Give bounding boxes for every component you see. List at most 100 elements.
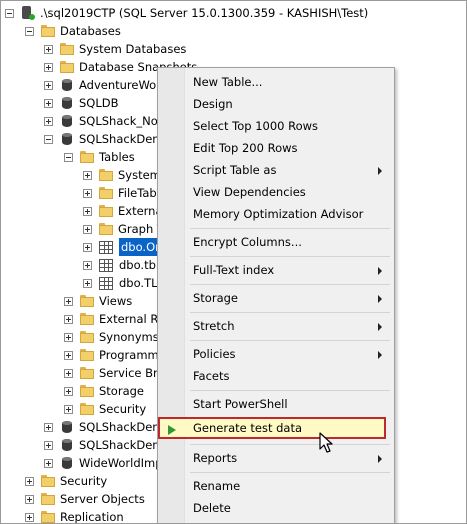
folder-icon (79, 311, 95, 327)
expand-icon[interactable] (83, 278, 92, 288)
submenu-arrow-icon (378, 455, 382, 463)
tree-node-wideworldimporters[interactable]: WideWorldImp (44, 454, 163, 472)
menu-item-label: Delete (193, 501, 231, 515)
menu-item-label: Edit Top 200 Rows (193, 141, 298, 155)
expand-icon[interactable] (83, 224, 92, 234)
tree-node-label: Storage (99, 384, 144, 398)
menu-item-rename[interactable]: Rename (158, 475, 394, 497)
expand-icon[interactable] (64, 314, 73, 324)
menu-item-stretch[interactable]: Stretch (158, 315, 394, 337)
expand-icon[interactable] (44, 80, 53, 90)
tree-node-label: External Re (99, 312, 165, 326)
tree-node-storage[interactable]: Storage (64, 382, 144, 400)
menu-item-label: Rename (193, 479, 241, 493)
tree-node-label: SQLShackDem (79, 420, 164, 434)
tree-node-db-security[interactable]: Security (64, 400, 146, 418)
expand-icon[interactable] (64, 368, 73, 378)
menu-item-label: Script Table as (193, 163, 277, 177)
mouse-cursor-icon (319, 432, 333, 453)
menu-item-label: Start PowerShell (193, 397, 288, 411)
object-explorer: .\sql2019CTP (SQL Server 15.0.1300.359 -… (0, 0, 467, 524)
tree-node-security[interactable]: Security (25, 472, 107, 490)
tree-node-replication[interactable]: Replication (25, 508, 124, 523)
tree-node-label: Security (99, 402, 147, 416)
expand-icon[interactable] (44, 116, 53, 126)
tree-node-label: System Databases (79, 42, 187, 56)
expand-icon[interactable] (64, 296, 73, 306)
tree-node-views[interactable]: Views (64, 292, 132, 310)
tree-node-dbo-tl[interactable]: dbo.TLe (83, 274, 164, 292)
tree-node-server[interactable]: .\sql2019CTP (SQL Server 15.0.1300.359 -… (5, 4, 368, 22)
menu-separator (190, 340, 390, 341)
expand-icon[interactable] (44, 44, 53, 54)
menu-item-memory-optimization-advisor[interactable]: Memory Optimization Advisor (158, 203, 394, 225)
expand-icon[interactable] (83, 170, 92, 180)
tree-node-sqlshackdemo-2[interactable]: SQLShackDem (44, 418, 164, 436)
menu-item-label: Generate test data (193, 421, 303, 435)
folder-icon (98, 167, 114, 183)
menu-item-script-table-as[interactable]: Script Table as (158, 159, 394, 181)
expand-icon[interactable] (64, 404, 73, 414)
tree-node-sqldb[interactable]: SQLDB (44, 94, 119, 112)
tree-node-dbo-tbl[interactable]: dbo.tbl (83, 256, 159, 274)
tree-node-sqlshackdemo-3[interactable]: SQLShackDem (44, 436, 164, 454)
collapse-icon[interactable] (44, 134, 53, 144)
menu-item-select-top-rows[interactable]: Select Top 1000 Rows (158, 115, 394, 137)
tree-node-adventureworks[interactable]: AdventureWor (44, 76, 161, 94)
expand-icon[interactable] (44, 440, 53, 450)
tree-node-sqlshack-nor[interactable]: SQLShack_NoR (44, 112, 166, 130)
tree-node-label: SQLShackDem (79, 132, 164, 146)
menu-item-design[interactable]: Design (158, 93, 394, 115)
collapse-icon[interactable] (5, 8, 14, 18)
menu-item-fulltext-index[interactable]: Full-Text index (158, 259, 394, 281)
tree-node-external-tables[interactable]: Externa (83, 202, 163, 220)
expand-icon[interactable] (83, 206, 92, 216)
tree-node-programmability[interactable]: Programm (64, 346, 159, 364)
menu-item-view-dependencies[interactable]: View Dependencies (158, 181, 394, 203)
tree-node-system-tables[interactable]: System (83, 166, 161, 184)
expand-icon[interactable] (44, 62, 53, 72)
expand-icon[interactable] (25, 476, 34, 486)
collapse-icon[interactable] (25, 26, 34, 36)
tree-node-graph-tables[interactable]: Graph T (83, 220, 164, 238)
expand-icon[interactable] (64, 350, 73, 360)
expand-icon[interactable] (44, 422, 53, 432)
menu-item-start-powershell[interactable]: Start PowerShell (158, 393, 394, 415)
tree-node-external-resources[interactable]: External Re (64, 310, 165, 328)
expand-icon[interactable] (64, 332, 73, 342)
expand-icon[interactable] (64, 386, 73, 396)
tree-node-system-databases[interactable]: System Databases (44, 40, 186, 58)
menu-item-delete[interactable]: Delete (158, 497, 394, 519)
menu-item-storage[interactable]: Storage (158, 287, 394, 309)
tree-node-label: .\sql2019CTP (SQL Server 15.0.1300.359 -… (40, 6, 369, 20)
expand-icon[interactable] (83, 242, 92, 252)
expand-icon[interactable] (83, 188, 92, 198)
menu-item-encrypt-columns[interactable]: Encrypt Columns... (158, 231, 394, 253)
expand-icon[interactable] (25, 512, 34, 522)
expand-icon[interactable] (83, 260, 92, 270)
database-icon (59, 95, 75, 111)
menu-item-generate-test-data[interactable]: Generate test data (158, 417, 386, 439)
tree-node-tables[interactable]: Tables (64, 148, 135, 166)
menu-item-facets[interactable]: Facets (158, 365, 394, 387)
menu-item-new-table[interactable]: New Table... (158, 71, 394, 93)
menu-item-label: Stretch (193, 319, 235, 333)
menu-item-reports[interactable]: Reports (158, 447, 394, 469)
tree-node-server-objects[interactable]: Server Objects (25, 490, 145, 508)
tree-node-databases[interactable]: Databases (25, 22, 121, 40)
folder-icon (79, 347, 95, 363)
folder-icon (79, 293, 95, 309)
expand-icon[interactable] (44, 458, 53, 468)
tree-node-service-broker[interactable]: Service Bro (64, 364, 165, 382)
menu-item-edit-top-rows[interactable]: Edit Top 200 Rows (158, 137, 394, 159)
expand-icon[interactable] (44, 98, 53, 108)
collapse-icon[interactable] (64, 152, 73, 162)
context-menu: New Table... Design Select Top 1000 Rows… (157, 67, 395, 523)
tree-node-sqlshackdemo[interactable]: SQLShackDem (44, 130, 164, 148)
tree-node-synonyms[interactable]: Synonyms (64, 328, 159, 346)
database-icon (59, 437, 75, 453)
menu-item-policies[interactable]: Policies (158, 343, 394, 365)
tree-node-filetables[interactable]: FileTab (83, 184, 157, 202)
expand-icon[interactable] (25, 494, 34, 504)
tree-node-label: AdventureWor (79, 78, 161, 92)
